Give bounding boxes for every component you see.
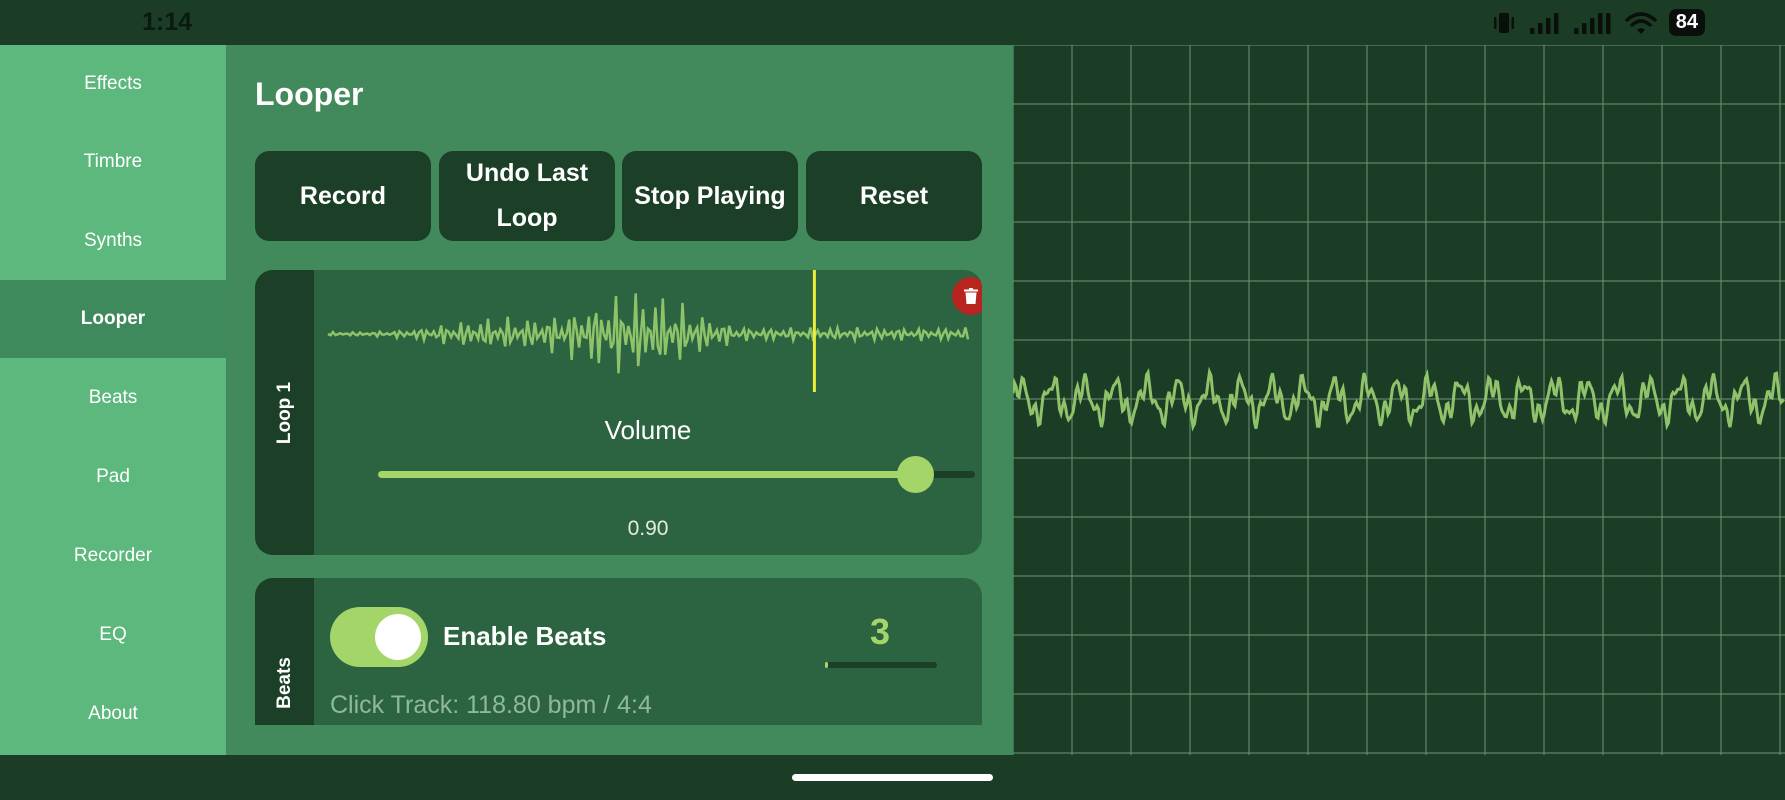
- beats-card: Beats Enable Beats 3 Click Track: 118.80…: [255, 578, 982, 725]
- page-title: Looper: [255, 76, 364, 112]
- sidebar-item-pad[interactable]: Pad: [0, 438, 226, 516]
- oscilloscope-trace: [1011, 366, 1785, 432]
- volume-slider-thumb[interactable]: [897, 456, 935, 493]
- wifi-icon: [1625, 11, 1657, 34]
- volume-label: Volume: [604, 415, 692, 445]
- oscilloscope-waveform: [1011, 44, 1785, 755]
- volume-slider[interactable]: [378, 456, 975, 493]
- volume-value: 0.90: [627, 517, 669, 540]
- status-icons: 84: [1491, 9, 1705, 36]
- cell-signal-icon: [1529, 12, 1559, 34]
- loop-waveform-path: [327, 293, 970, 374]
- enable-beats-toggle[interactable]: [330, 607, 428, 667]
- trash-icon: [964, 288, 978, 304]
- vibrate-icon: [1493, 12, 1514, 33]
- beat-progress-fill: [825, 662, 829, 668]
- loop-tab: Loop 1: [255, 270, 314, 555]
- oscilloscope-display: [1011, 44, 1785, 755]
- sidebar-item-timbre[interactable]: Timbre: [0, 123, 226, 201]
- status-time: 1:14: [142, 8, 193, 36]
- looper-panel: Looper Record Undo Last Loop Stop Playin…: [226, 45, 1013, 755]
- sidebar-item-looper[interactable]: Looper: [0, 280, 226, 358]
- stop-playing-button[interactable]: Stop Playing: [622, 151, 798, 241]
- sidebar-item-beats[interactable]: Beats: [0, 359, 226, 437]
- reset-button[interactable]: Reset: [806, 151, 982, 241]
- undo-last-loop-button[interactable]: Undo Last Loop: [439, 151, 615, 241]
- delete-loop-button[interactable]: [952, 277, 982, 315]
- enable-beats-label: Enable Beats: [443, 621, 607, 651]
- beat-counter: 3: [869, 611, 891, 652]
- sidebar-item-eq[interactable]: EQ: [0, 596, 226, 674]
- status-bar: 1:14 84: [0, 0, 1785, 45]
- beats-tab: Beats: [255, 578, 314, 725]
- volume-slider-fill: [378, 471, 916, 478]
- battery-icon: 84: [1668, 9, 1705, 36]
- loop-waveform[interactable]: [314, 270, 982, 400]
- home-indicator[interactable]: [792, 774, 993, 781]
- loop-card: Loop 1 Volume 0.90: [255, 270, 982, 555]
- sidebar-item-recorder[interactable]: Recorder: [0, 517, 226, 595]
- beat-progress-bar: [825, 662, 937, 668]
- loop-name: Loop 1: [273, 381, 295, 444]
- record-button[interactable]: Record: [255, 151, 431, 241]
- click-track-info: Click Track: 118.80 bpm / 4:4: [330, 691, 652, 719]
- cell-signal-icon: [1573, 12, 1611, 34]
- toggle-knob: [375, 614, 421, 660]
- sidebar: Effects Timbre Synths Looper Beats Pad R…: [0, 45, 226, 755]
- sidebar-item-about[interactable]: About: [0, 675, 226, 753]
- sidebar-item-effects[interactable]: Effects: [0, 45, 226, 123]
- sidebar-item-synths[interactable]: Synths: [0, 202, 226, 280]
- beats-tab-label: Beats: [273, 657, 295, 709]
- app-root: 1:14 84 Effects Timbre Synths Looper Bea…: [0, 0, 1785, 800]
